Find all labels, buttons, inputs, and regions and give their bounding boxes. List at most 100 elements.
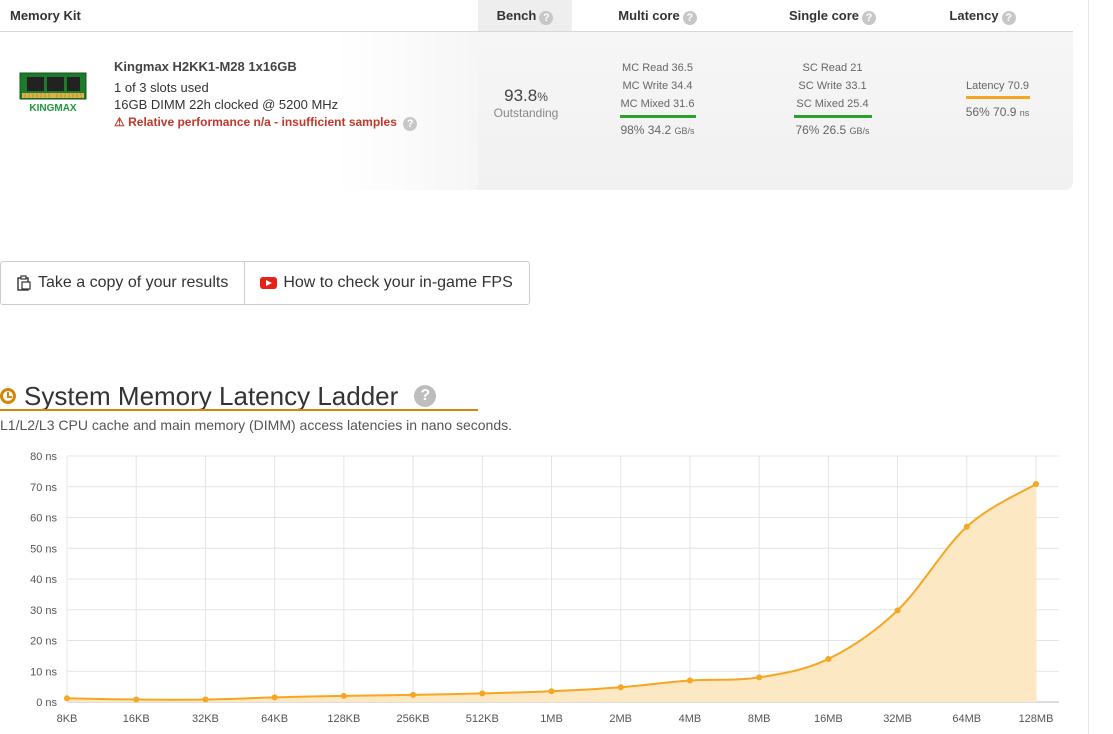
latency-results: Latency 70.9 xyxy=(945,77,1050,99)
ladder-title: System Memory Latency Ladder xyxy=(24,380,399,411)
mc-bar xyxy=(619,115,696,118)
x-tick-label: 2MB xyxy=(609,713,632,725)
header-multi-core[interactable]: Multi core? xyxy=(590,0,725,31)
y-axis-ticks: 0 ns 10 ns 20 ns 30 ns 40 ns 50 ns 60 ns 70 ns 8… xyxy=(30,451,57,709)
kit-warning: ⚠ Relative performance n/a - insufficien… xyxy=(114,115,418,131)
x-tick-label: 8MB xyxy=(748,713,771,725)
latency-summary: 56% 70.9 ns xyxy=(945,105,1050,119)
data-point xyxy=(1033,480,1039,487)
header-latency[interactable]: Latency? xyxy=(935,0,1030,31)
x-tick-label: 64KB xyxy=(261,713,288,725)
sc-bar xyxy=(793,115,872,118)
check-fps-button[interactable]: How to check your in-game FPS xyxy=(244,262,528,304)
copy-results-label: Take a copy of your results xyxy=(38,274,229,291)
header-single-core[interactable]: Single core? xyxy=(765,0,900,31)
bench-unit: % xyxy=(537,90,548,104)
x-tick-label: 16MB xyxy=(814,713,843,725)
data-point xyxy=(133,696,140,703)
x-tick-label: 64MB xyxy=(952,713,981,725)
title-underline xyxy=(0,409,478,411)
help-icon[interactable]: ? xyxy=(862,11,877,25)
header-memory-kit: Memory Kit xyxy=(10,8,81,23)
data-point xyxy=(64,695,70,702)
data-point xyxy=(686,677,693,684)
sc-read: SC Read 21 xyxy=(802,62,863,74)
mc-summary-value: 98% 34.2 xyxy=(620,123,672,137)
mc-mixed: MC Mixed 31.6 xyxy=(620,98,695,110)
help-icon[interactable]: ? xyxy=(682,11,697,25)
x-tick-label: 128KB xyxy=(327,713,360,725)
x-tick-label: 128MB xyxy=(1019,713,1054,725)
bench-score: 93.8% xyxy=(478,86,574,106)
y-tick-label: 40 ns xyxy=(30,574,57,586)
data-point xyxy=(963,523,970,530)
x-tick-label: 1MB xyxy=(540,713,563,725)
ram-module-image: KINGMAX xyxy=(19,72,87,114)
kingmax-logo-text: KINGMAX xyxy=(29,103,77,114)
x-tick-label: 32KB xyxy=(192,713,219,725)
check-fps-label: How to check your in-game FPS xyxy=(283,274,513,291)
y-tick-label: 60 ns xyxy=(30,513,57,525)
header-bench-label: Bench xyxy=(496,8,537,23)
data-point xyxy=(410,691,417,698)
y-tick-label: 80 ns xyxy=(30,451,57,463)
data-point xyxy=(756,674,763,681)
help-icon[interactable]: ? xyxy=(403,117,418,131)
mc-read: MC Read 36.5 xyxy=(622,62,693,74)
multi-core-results: MC Read 36.5 MC Write 34.4 MC Mixed 31.6 xyxy=(605,59,710,118)
kit-name[interactable]: Kingmax H2KK1-M28 1x16GB xyxy=(114,59,297,74)
y-tick-label: 30 ns xyxy=(30,605,57,617)
x-tick-label: 256KB xyxy=(397,713,430,725)
y-tick-label: 20 ns xyxy=(30,636,57,648)
data-point xyxy=(617,684,624,691)
x-tick-label: 4MB xyxy=(679,713,702,725)
ladder-description: L1/L2/L3 CPU cache and main memory (DIMM… xyxy=(0,417,513,433)
clipboard-icon xyxy=(17,275,31,291)
data-point xyxy=(340,692,347,699)
header-latency-label: Latency xyxy=(949,8,999,23)
help-icon[interactable]: ? xyxy=(1001,11,1016,25)
mc-write: MC Write 34.4 xyxy=(622,80,693,92)
kit-spec: 16GB DIMM 22h clocked @ 5200 MHz xyxy=(114,97,339,112)
sc-mixed: SC Mixed 25.4 xyxy=(796,98,869,110)
copy-results-button[interactable]: Take a copy of your results xyxy=(1,262,244,304)
y-tick-label: 10 ns xyxy=(30,666,57,678)
action-buttons: Take a copy of your results How to check… xyxy=(0,261,530,305)
sc-summary-unit: GB/s xyxy=(849,126,870,136)
single-core-summary: 76% 26.5 GB/s xyxy=(780,123,885,137)
bench-value: 93.8 xyxy=(504,86,538,105)
x-tick-label: 8KB xyxy=(57,713,78,725)
warning-icon: ⚠ xyxy=(114,115,125,129)
ladder-heading: System Memory Latency Ladder ? xyxy=(0,379,437,413)
table-header: Memory Kit Bench? Multi core? Single cor… xyxy=(0,0,1073,32)
kit-warning-text: Relative performance n/a - insufficient … xyxy=(128,115,397,129)
y-tick-label: 50 ns xyxy=(30,543,57,555)
data-point xyxy=(202,696,209,703)
latency-bar xyxy=(965,96,1030,99)
single-core-results: SC Read 21 SC Write 33.1 SC Mixed 25.4 xyxy=(780,59,885,118)
clock-icon xyxy=(0,388,16,404)
help-icon[interactable]: ? xyxy=(539,11,554,25)
latency-summary-unit: ns xyxy=(1019,108,1030,118)
kit-slots: 1 of 3 slots used xyxy=(114,80,209,95)
sc-write: SC Write 33.1 xyxy=(798,80,867,92)
sc-summary-value: 76% 26.5 xyxy=(795,123,847,137)
mc-summary-unit: GB/s xyxy=(674,126,695,136)
page-scrollbar-edge[interactable] xyxy=(1088,0,1089,734)
help-icon[interactable]: ? xyxy=(414,385,437,407)
multi-core-summary: 98% 34.2 GB/s xyxy=(605,123,710,137)
y-tick-label: 0 ns xyxy=(36,697,57,709)
youtube-icon xyxy=(260,277,278,289)
data-point xyxy=(894,607,901,614)
latency-summary-value: 56% 70.9 xyxy=(965,105,1017,119)
memory-kit-table: Memory Kit Bench? Multi core? Single cor… xyxy=(0,0,1073,190)
header-bench[interactable]: Bench? xyxy=(478,0,572,31)
x-tick-label: 16KB xyxy=(123,713,150,725)
latency-ladder-chart: 0 ns 10 ns 20 ns 30 ns 40 ns 50 ns 60 ns 70 ns 8… xyxy=(30,451,1059,725)
data-point xyxy=(479,690,486,697)
bench-rating: Outstanding xyxy=(493,106,559,120)
latency-line: Latency 70.9 xyxy=(966,80,1029,92)
header-multi-label: Multi core xyxy=(618,8,680,23)
x-tick-label: 32MB xyxy=(883,713,912,725)
data-point xyxy=(271,694,278,701)
